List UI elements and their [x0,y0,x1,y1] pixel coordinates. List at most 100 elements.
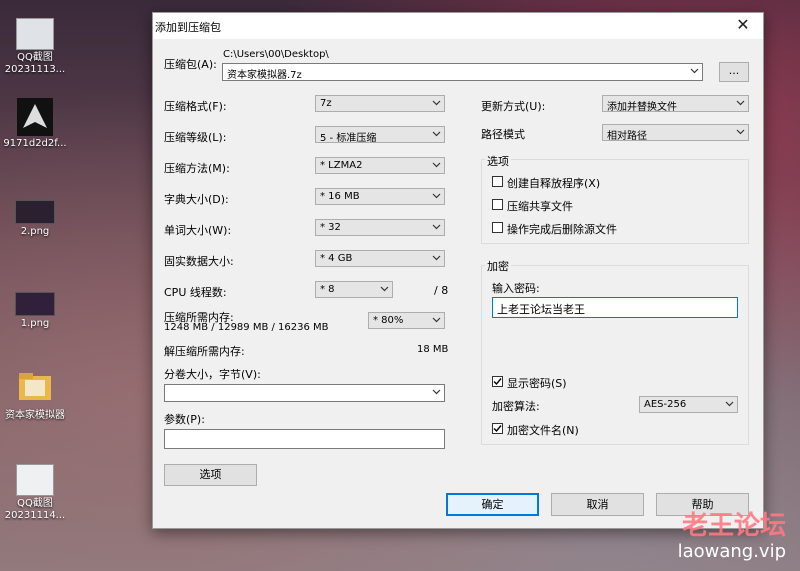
desktop-icon-1png[interactable]: 1.png [0,292,70,329]
desktop-icon-label: QQ截图 20231113... [4,52,66,75]
split-label: 分卷大小，字节(V): [164,368,261,381]
chevron-down-icon [432,389,441,395]
chevron-down-icon [736,100,745,106]
threads-value: * 8 [320,284,335,295]
format-value: 7z [320,98,332,109]
encryption-method-label: 加密算法: [492,400,540,413]
mem-compress-detail: 1248 MB / 12989 MB / 16236 MB [164,322,329,333]
solid-select[interactable]: * 4 GB [315,250,445,267]
desktop-icon-label: QQ截图 20231114... [4,498,66,521]
dialog-title: 添加到压缩包 [155,21,221,34]
desktop-icon-emblem[interactable]: 9171d2d2f... [0,98,70,149]
solid-label: 固实数据大小: [164,255,234,268]
dict-value: * 16 MB [320,191,360,202]
show-password-checkbox[interactable] [492,376,503,387]
dict-select[interactable]: * 16 MB [315,188,445,205]
browse-button[interactable]: ... [719,62,749,82]
desktop-icon-qq-screenshot-1[interactable]: QQ截图 20231113... [0,18,70,76]
check-icon [493,425,502,433]
dict-label: 字典大小(D): [164,193,229,206]
threads-label: CPU 线程数: [164,286,227,299]
solid-value: * 4 GB [320,253,353,264]
mem-decompress-label: 解压缩所需内存: [164,345,245,358]
delete-source-label: 操作完成后删除源文件 [507,223,617,236]
encryption-method-select[interactable]: AES-256 [639,396,738,413]
split-combo[interactable] [164,384,445,402]
password-value: 上老王论坛当老王 [497,303,585,316]
params-input[interactable] [164,429,445,449]
path-mode-label: 路径模式 [481,128,525,141]
update-mode-value: 添加并替换文件 [607,102,677,113]
mem-compress-value: * 80% [373,315,404,326]
desktop-icon-label: 9171d2d2f... [3,138,67,149]
chevron-down-icon [736,129,745,135]
image-icon [15,200,55,224]
password-label: 输入密码: [492,282,540,295]
cancel-button[interactable]: 取消 [551,493,644,516]
sfx-checkbox[interactable] [492,176,503,187]
desktop-icon-folder[interactable]: 资本家模拟器 [0,368,70,421]
chevron-down-icon [432,131,441,137]
sfx-label: 创建自释放程序(X) [507,177,601,190]
archive-name-value: 资本家模拟器.7z [227,70,302,81]
close-button[interactable]: ✕ [723,13,763,39]
show-password-label: 显示密码(S) [507,377,567,390]
check-icon [493,378,502,386]
level-select[interactable]: 5 - 标准压缩 [315,126,445,144]
options-button[interactable]: 选项 [164,464,257,486]
chevron-down-icon [432,193,441,199]
emblem-icon [17,98,53,136]
options-group-title: 选项 [485,153,511,169]
delete-source-checkbox[interactable] [492,222,503,233]
ok-button[interactable]: 确定 [446,493,539,516]
shared-files-label: 压缩共享文件 [507,200,573,213]
update-mode-select[interactable]: 添加并替换文件 [602,95,749,113]
encrypt-names-label: 加密文件名(N) [507,424,579,437]
watermark-cn: 老王论坛 [681,511,786,541]
desktop-icon-label: 1.png [20,318,50,329]
chevron-down-icon [725,401,734,407]
image-icon [15,292,55,316]
update-mode-label: 更新方式(U): [481,100,546,113]
format-select[interactable]: 7z [315,95,445,112]
desktop-icon-qq-screenshot-2[interactable]: QQ截图 20231114... [0,464,70,522]
format-label: 压缩格式(F): [164,100,227,113]
desktop-icon-label: 资本家模拟器 [5,410,65,421]
desktop-icon-2png[interactable]: 2.png [0,200,70,237]
threads-max: / 8 [434,284,449,297]
archive-label: 压缩包(A): [164,58,217,71]
method-select[interactable]: * LZMA2 [315,157,445,174]
word-label: 单词大小(W): [164,224,232,237]
path-mode-select[interactable]: 相对路径 [602,124,749,142]
chevron-down-icon [432,100,441,106]
archive-path: C:\Users\00\Desktop\ [223,49,329,60]
method-label: 压缩方法(M): [164,162,230,175]
title-bar: 添加到压缩包 ✕ [153,13,763,39]
archive-name-combo[interactable]: 资本家模拟器.7z [222,63,703,81]
shared-files-checkbox[interactable] [492,199,503,210]
params-label: 参数(P): [164,413,205,426]
method-value: * LZMA2 [320,160,363,171]
desktop-icon-label: 2.png [20,226,50,237]
encryption-method-value: AES-256 [644,399,687,410]
word-value: * 32 [320,222,341,233]
path-mode-value: 相对路径 [607,131,647,142]
threads-select[interactable]: * 8 [315,281,393,298]
chevron-down-icon [432,317,441,323]
encrypt-names-checkbox[interactable] [492,423,503,434]
folder-icon [17,368,53,404]
watermark-url: laowang.vip [677,541,786,562]
add-to-archive-dialog: 添加到压缩包 ✕ 压缩包(A): C:\Users\00\Desktop\ 资本… [152,12,764,529]
screenshot-icon [16,18,54,50]
password-input[interactable]: 上老王论坛当老王 [492,297,738,318]
chevron-down-icon [432,224,441,230]
mem-compress-select[interactable]: * 80% [368,312,445,329]
word-select[interactable]: * 32 [315,219,445,236]
encryption-group-title: 加密 [485,258,511,274]
chevron-down-icon [432,162,441,168]
chevron-down-icon [432,255,441,261]
chevron-down-icon [380,286,389,292]
mem-decompress-value: 18 MB [417,344,449,355]
level-label: 压缩等级(L): [164,131,227,144]
chevron-down-icon [690,68,699,74]
